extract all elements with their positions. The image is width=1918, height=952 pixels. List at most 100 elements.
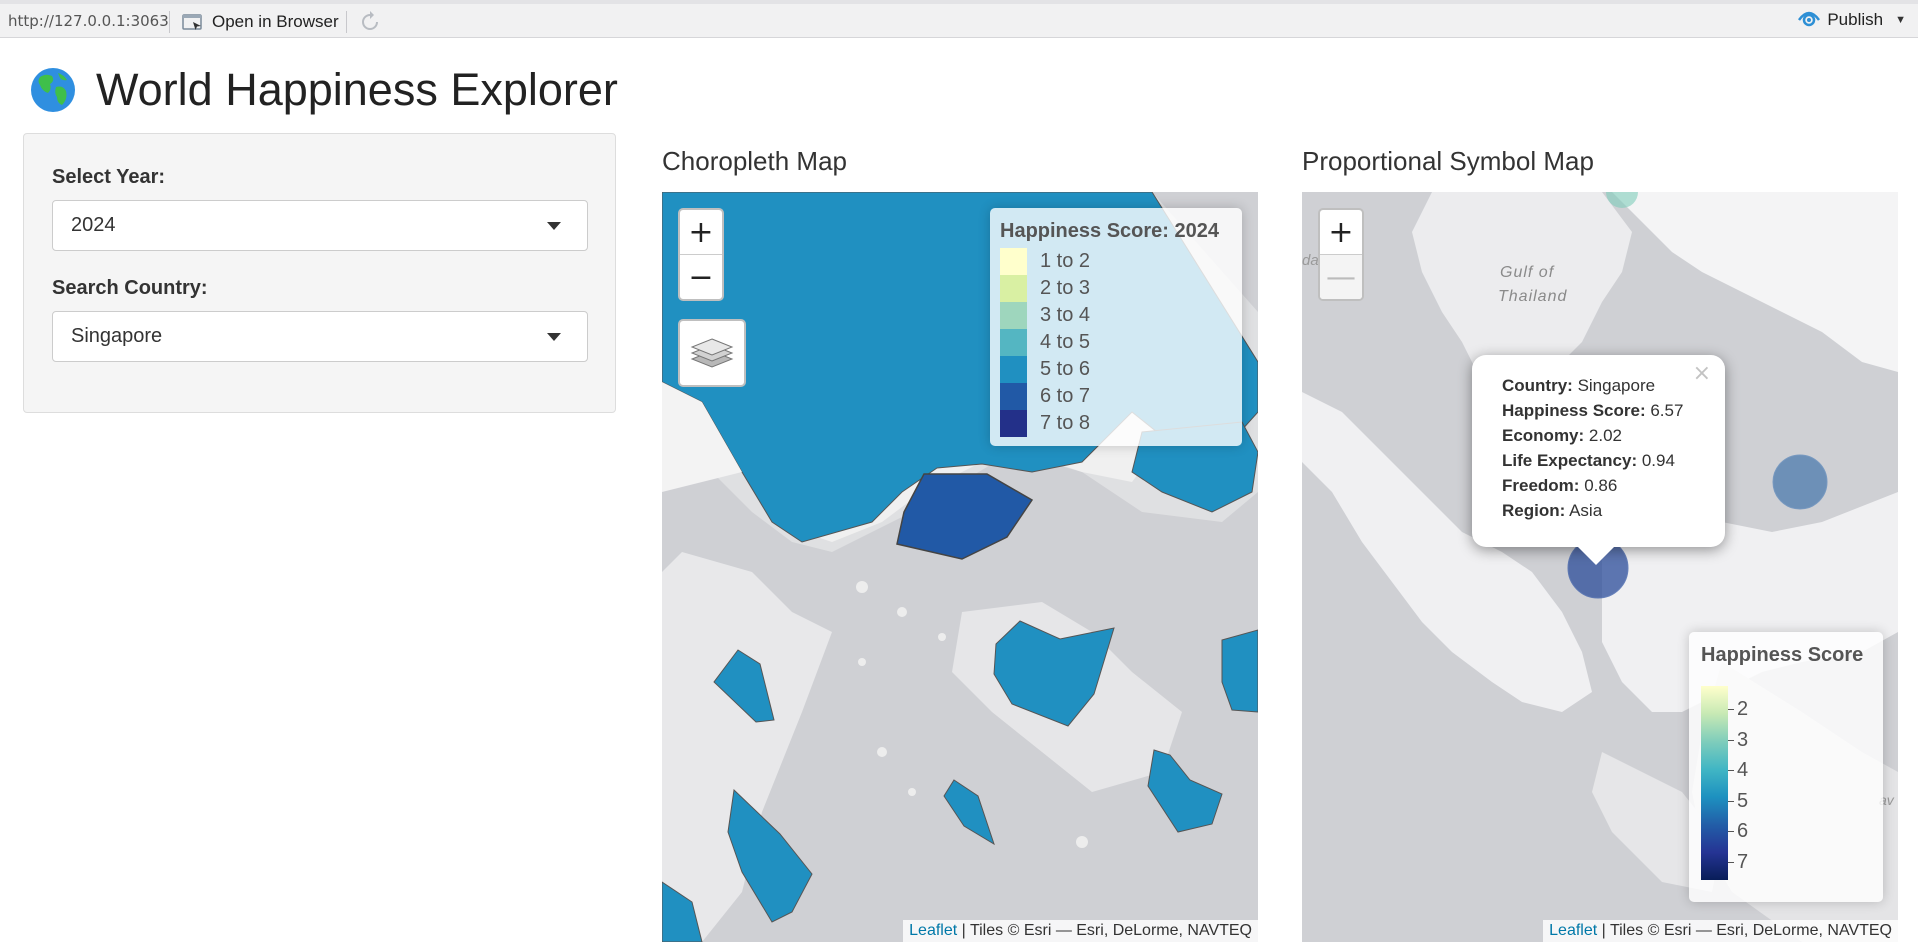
zoom-out-button[interactable]: − bbox=[680, 254, 722, 299]
legend-label: 4 to 5 bbox=[1040, 331, 1091, 353]
layers-control-button[interactable] bbox=[678, 319, 746, 387]
sidebar-panel: Select Year: 2024 Search Country: Singap… bbox=[23, 133, 616, 413]
year-label: Select Year: bbox=[52, 166, 166, 188]
popup-key: Life Expectancy: bbox=[1502, 451, 1638, 470]
legend-title: Happiness Score bbox=[1701, 644, 1864, 666]
legend-label: 5 to 6 bbox=[1040, 358, 1091, 380]
symbol-map-title: Proportional Symbol Map bbox=[1302, 146, 1594, 176]
legend-tick: 3 bbox=[1728, 729, 1748, 752]
refresh-icon[interactable] bbox=[358, 10, 382, 34]
tick-label: 5 bbox=[1737, 789, 1749, 812]
popup-value: Asia bbox=[1569, 501, 1603, 520]
url-text: http://127.0.0.1:3063 bbox=[8, 12, 169, 30]
legend-label: 1 to 2 bbox=[1040, 250, 1091, 272]
zoom-in-button[interactable]: + bbox=[680, 210, 722, 254]
popup-tip bbox=[1578, 547, 1614, 565]
legend-tick: 7 bbox=[1728, 851, 1748, 874]
tick-label: 7 bbox=[1737, 850, 1749, 873]
tick-label: 3 bbox=[1737, 728, 1749, 751]
map-label-gulf: Gulf of bbox=[1500, 264, 1555, 281]
popup-key: Happiness Score: bbox=[1502, 401, 1646, 420]
open-in-browser-label: Open in Browser bbox=[212, 12, 339, 31]
tick-mark bbox=[1728, 770, 1734, 771]
symbol-legend: Happiness Score 2 3 4 5 6 7 bbox=[1689, 632, 1883, 902]
legend-swatch bbox=[1000, 383, 1027, 410]
publish-label: Publish bbox=[1827, 10, 1884, 29]
popup-row: Life Expectancy: 0.94 bbox=[1502, 451, 1725, 476]
legend-swatch bbox=[1000, 329, 1027, 356]
map-label-thailand: Thailand bbox=[1498, 288, 1568, 305]
leaflet-link[interactable]: Leaflet bbox=[909, 922, 957, 939]
legend-tick: 6 bbox=[1728, 820, 1748, 843]
choropleth-map[interactable]: + − Happiness Score: 2024 1 to 2 2 to 3 3 … bbox=[662, 192, 1258, 942]
leaflet-link[interactable]: Leaflet bbox=[1549, 922, 1597, 939]
tick-mark bbox=[1728, 739, 1734, 741]
globe-icon bbox=[31, 68, 75, 112]
popup-rows: Country: Singapore Happiness Score: 6.57 E… bbox=[1502, 376, 1725, 526]
layers-icon bbox=[690, 338, 734, 368]
popup-key: Country: bbox=[1502, 376, 1573, 395]
popup-value: 0.86 bbox=[1584, 476, 1618, 495]
legend-title: Happiness Score: 2024 bbox=[1000, 220, 1219, 242]
open-in-browser-button[interactable]: Open in Browser bbox=[182, 12, 339, 32]
country-label: Search Country: bbox=[52, 277, 208, 299]
toolbar-divider bbox=[346, 11, 347, 33]
chevron-down-icon[interactable]: ▼ bbox=[1895, 14, 1906, 26]
popup-key: Economy: bbox=[1502, 426, 1585, 445]
close-icon[interactable]: × bbox=[1693, 361, 1711, 386]
legend-tick: 2 bbox=[1728, 698, 1748, 721]
legend-label: 7 to 8 bbox=[1040, 412, 1091, 434]
zoom-in-button[interactable]: + bbox=[1320, 210, 1362, 254]
popup-row: Region: Asia bbox=[1502, 501, 1725, 526]
country-select[interactable]: Singapore bbox=[52, 311, 588, 362]
legend-row: 2 to 3 bbox=[1000, 275, 1232, 302]
legend-swatch bbox=[1000, 302, 1027, 329]
legend-row: 4 to 5 bbox=[1000, 329, 1232, 356]
publish-icon bbox=[1798, 11, 1821, 27]
legend-row: 7 to 8 bbox=[1000, 410, 1232, 437]
legend-label: 2 to 3 bbox=[1040, 277, 1091, 299]
popup-key: Freedom: bbox=[1502, 476, 1580, 495]
legend-swatch bbox=[1000, 410, 1027, 437]
publish-button[interactable]: Publish ▼ bbox=[1797, 10, 1906, 30]
choropleth-title: Choropleth Map bbox=[662, 146, 847, 176]
popup-row: Country: Singapore bbox=[1502, 376, 1725, 401]
symbol-zoom-control: + — bbox=[1318, 208, 1364, 301]
popup-row: Happiness Score: 6.57 bbox=[1502, 401, 1725, 426]
popup-key: Region: bbox=[1502, 501, 1566, 520]
tick-label: 4 bbox=[1737, 759, 1749, 781]
legend-swatch bbox=[1000, 356, 1027, 383]
map-attribution: Leaflet | Tiles © Esri — Esri, DeLorme, … bbox=[1543, 920, 1898, 942]
tick-mark bbox=[1728, 861, 1734, 863]
legend-row: 3 to 4 bbox=[1000, 302, 1232, 329]
choropleth-zoom-control: + − bbox=[678, 208, 724, 301]
choropleth-legend: Happiness Score: 2024 1 to 2 2 to 3 3 to 4… bbox=[990, 208, 1242, 446]
popup-value: Singapore bbox=[1577, 376, 1656, 395]
browser-window-icon bbox=[182, 14, 202, 30]
ide-toolbar: http://127.0.0.1:3063 Open in Browser Pu… bbox=[0, 0, 1918, 38]
legend-label: 6 to 7 bbox=[1040, 385, 1091, 407]
year-select-value: 2024 bbox=[71, 214, 116, 236]
tick-label: 2 bbox=[1737, 698, 1749, 720]
country-select-value: Singapore bbox=[71, 325, 163, 347]
symbol-map[interactable]: da Sea Gulf of Thailand av + — × Country… bbox=[1302, 192, 1898, 942]
page-header: World Happiness Explorer bbox=[30, 64, 618, 116]
country-popup: × Country: Singapore Happiness Score: 6.5… bbox=[1472, 355, 1725, 565]
year-select[interactable]: 2024 bbox=[52, 200, 588, 251]
legend-row: 1 to 2 bbox=[1000, 248, 1232, 275]
color-ramp bbox=[1701, 686, 1728, 880]
toolbar-divider bbox=[169, 11, 170, 33]
legend-swatch bbox=[1000, 275, 1027, 302]
attribution-text: | Tiles © Esri — Esri, DeLorme, NAVTEQ bbox=[1597, 922, 1892, 939]
map-attribution: Leaflet | Tiles © Esri — Esri, DeLorme, … bbox=[903, 920, 1258, 942]
tick-label: 6 bbox=[1737, 820, 1749, 842]
popup-value: 6.57 bbox=[1650, 401, 1684, 420]
popup-row: Economy: 2.02 bbox=[1502, 426, 1725, 451]
legend-row: 6 to 7 bbox=[1000, 383, 1232, 410]
tick-mark bbox=[1728, 800, 1734, 802]
popup-value: 2.02 bbox=[1588, 426, 1623, 445]
popup-value: 0.94 bbox=[1641, 451, 1675, 470]
popup-row: Freedom: 0.86 bbox=[1502, 476, 1725, 501]
zoom-out-button[interactable]: — bbox=[1320, 254, 1362, 299]
attribution-text: | Tiles © Esri — Esri, DeLorme, NAVTEQ bbox=[957, 922, 1252, 939]
